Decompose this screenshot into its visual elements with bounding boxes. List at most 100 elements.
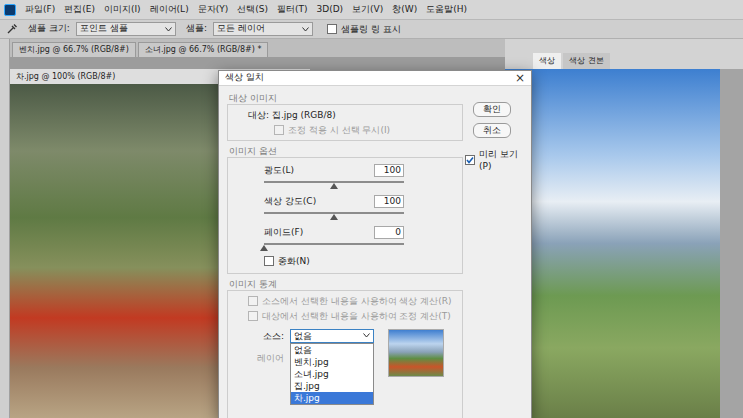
slider-row: 색상 강도(C) 100 bbox=[234, 193, 456, 221]
toolbar bbox=[0, 39, 10, 418]
source-option[interactable]: 없음 bbox=[291, 344, 373, 356]
slider-header: 색상 강도(C) 100 bbox=[264, 195, 404, 208]
source-option[interactable]: 소녀.jpg bbox=[291, 368, 373, 380]
checkbox bbox=[274, 125, 284, 135]
slider-track[interactable] bbox=[264, 181, 404, 183]
landscape-photo bbox=[505, 69, 720, 418]
close-button[interactable]: × bbox=[515, 72, 525, 84]
source-option[interactable]: 차.jpg bbox=[291, 392, 373, 404]
slider-header: 페이드(F) 0 bbox=[264, 226, 404, 239]
slider-track[interactable] bbox=[264, 243, 404, 245]
menu-item[interactable]: 필터(T) bbox=[277, 3, 308, 17]
checkbox-label: 대상에서 선택한 내용을 사용하여 조정 계산(T) bbox=[262, 310, 451, 322]
tab-label: 색상 견본 bbox=[569, 55, 604, 67]
checkbox-row[interactable]: 중화(N) bbox=[234, 255, 456, 269]
menu-item[interactable]: 레이어(L) bbox=[150, 3, 189, 17]
menu-item[interactable]: 문자(Y) bbox=[198, 3, 229, 17]
dialog-button[interactable]: 확인 bbox=[473, 102, 511, 117]
checkbox-row: 조정 적용 시 선택 무시(I) bbox=[234, 124, 456, 136]
checkbox[interactable] bbox=[327, 24, 337, 34]
sample-size-label: 샘플 크기: bbox=[28, 22, 70, 36]
source-thumbnail bbox=[388, 329, 444, 377]
dialog-body: 대상 이미지대상: 집.jpg (RGB/8)조정 적용 시 선택 무시(I)이… bbox=[219, 86, 531, 418]
chevron-down-icon bbox=[302, 27, 309, 32]
slider-row: 광도(L)100 bbox=[234, 162, 456, 190]
tab-row: 벤치.jpg @ 66.7% (RGB/8#) 소녀.jpg @ 66.7% (R… bbox=[10, 39, 505, 57]
checkbox-row[interactable]: 샘플링 링 표시 bbox=[327, 23, 401, 35]
group-box: 광도(L)100 색상 강도(C) 100 페이드(F) 0 중화(N) bbox=[227, 157, 463, 274]
slider-track[interactable] bbox=[264, 212, 404, 214]
menu-bar: 파일(F) 편집(E) 이미지(I) 레이어(L) 문자(Y) 선택(S) 필터(T) 3D(… bbox=[0, 0, 743, 20]
slider-header: 광도(L)100 bbox=[264, 164, 404, 177]
slider-thumb[interactable] bbox=[330, 214, 338, 220]
menu-item[interactable]: 보기(V) bbox=[352, 3, 383, 17]
slider-row: 페이드(F) 0 bbox=[234, 224, 456, 252]
group: 대상 이미지대상: 집.jpg (RGB/8)조정 적용 시 선택 무시(I) bbox=[227, 92, 463, 141]
checkbox-row: 대상에서 선택한 내용을 사용하여 조정 계산(T) bbox=[234, 310, 456, 322]
menu-item[interactable]: 창(W) bbox=[392, 3, 417, 17]
slider-value[interactable]: 100 bbox=[374, 164, 404, 177]
menu-item[interactable]: 도움말(H) bbox=[426, 3, 467, 17]
tab-label: 소녀.jpg @ 66.7% (RGB/8#) * bbox=[145, 44, 261, 56]
checkbox[interactable] bbox=[465, 155, 475, 165]
tab-label: 색상 bbox=[539, 55, 555, 67]
target-label: 대상: 집.jpg (RGB/8) bbox=[234, 109, 456, 121]
source-options-list: 없음벤치.jpg소녀.jpg집.jpg차.jpg bbox=[290, 343, 374, 405]
checkbox[interactable] bbox=[264, 256, 274, 266]
checkbox-label: 미리 보기(P) bbox=[479, 148, 523, 172]
source-labels: 소스: 레이어 bbox=[248, 329, 284, 364]
menu-item[interactable]: 편집(E) bbox=[64, 3, 95, 17]
options-bar: 샘플 크기:포인트 샘플샘플:모든 레이어샘플링 링 표시 bbox=[0, 20, 743, 39]
chevron-down-icon bbox=[165, 27, 172, 32]
group: 이미지 옵션광도(L)100 색상 강도(C) 100 페이드(F) 0 중화(N) bbox=[227, 145, 463, 274]
group-title: 이미지 옵션 bbox=[227, 145, 463, 157]
panel-tab[interactable]: 색상 견본 bbox=[563, 53, 610, 69]
tab-label: 벤치.jpg @ 66.7% (RGB/8#) bbox=[19, 44, 129, 56]
slider-thumb[interactable] bbox=[260, 245, 268, 251]
checkbox-row[interactable]: 미리 보기(P) bbox=[465, 144, 523, 172]
checkbox-label: 조정 적용 시 선택 무시(I) bbox=[288, 124, 390, 136]
panel-header: 색상 색상 견본 bbox=[505, 39, 743, 69]
slider-value[interactable]: 100 bbox=[374, 195, 404, 208]
select-value: 포인트 샘플 bbox=[80, 22, 128, 36]
group: 이미지 통계소스에서 선택한 내용을 사용하여 색상 계산(R) 대상에서 선택한… bbox=[227, 278, 463, 418]
group-title: 이미지 통계 bbox=[227, 278, 463, 290]
checkbox-row: 소스에서 선택한 내용을 사용하여 색상 계산(R) bbox=[234, 295, 456, 307]
source-select[interactable]: 없음 bbox=[290, 329, 374, 343]
slider-thumb[interactable] bbox=[330, 183, 338, 189]
source-option[interactable]: 벤치.jpg bbox=[291, 356, 373, 368]
photoshop-logo-icon bbox=[4, 4, 16, 16]
eyedropper-icon bbox=[6, 23, 18, 35]
panel-tab[interactable]: 색상 bbox=[533, 53, 561, 69]
checkbox bbox=[248, 311, 258, 321]
menu-item[interactable]: 이미지(I) bbox=[104, 3, 141, 17]
slider-label: 페이드(F) bbox=[264, 226, 303, 238]
tab-label: 차.jpg @ 100% (RGB/8#) bbox=[16, 71, 115, 83]
checkbox bbox=[248, 296, 258, 306]
menu-item[interactable]: 선택(S) bbox=[237, 3, 268, 17]
select-value: 없음 bbox=[294, 330, 312, 342]
document-tab[interactable]: 벤치.jpg @ 66.7% (RGB/8#) bbox=[12, 42, 136, 57]
source-row: 소스: 레이어 없음없음벤치.jpg소녀.jpg집.jpg차.jpg bbox=[234, 325, 456, 377]
source-dropdown: 없음없음벤치.jpg소녀.jpg집.jpg차.jpg bbox=[290, 329, 374, 343]
menu-item[interactable]: 3D(D) bbox=[316, 3, 343, 17]
dialog-button[interactable]: 취소 bbox=[473, 123, 511, 138]
slider-label: 색상 강도(C) bbox=[264, 195, 316, 207]
dialog-actions: 확인취소미리 보기(P) bbox=[473, 92, 523, 418]
group-box: 대상: 집.jpg (RGB/8) 조정 적용 시 선택 무시(I) bbox=[227, 104, 463, 141]
select-value: 모든 레이어 bbox=[217, 22, 265, 36]
group-box: 소스에서 선택한 내용을 사용하여 색상 계산(R) 대상에서 선택한 내용을 사… bbox=[227, 290, 463, 418]
layer-label: 레이어 bbox=[248, 352, 284, 364]
sample-select[interactable]: 모든 레이어 bbox=[213, 22, 313, 36]
slider-value[interactable]: 0 bbox=[374, 226, 404, 239]
chevron-down-icon bbox=[363, 333, 370, 338]
document-tab[interactable]: 소녀.jpg @ 66.7% (RGB/8#) * bbox=[138, 42, 268, 57]
dialog-settings: 대상 이미지대상: 집.jpg (RGB/8)조정 적용 시 선택 무시(I)이… bbox=[227, 92, 463, 418]
source-label: 소스: bbox=[248, 330, 284, 342]
menu-item[interactable]: 파일(F) bbox=[25, 3, 55, 17]
sample-size-select[interactable]: 포인트 샘플 bbox=[76, 22, 176, 36]
dialog-title-bar: 색상 일치× bbox=[219, 71, 531, 86]
source-option[interactable]: 집.jpg bbox=[291, 380, 373, 392]
checkbox-label: 소스에서 선택한 내용을 사용하여 색상 계산(R) bbox=[262, 295, 452, 307]
match-color-dialog: 색상 일치×대상 이미지대상: 집.jpg (RGB/8)조정 적용 시 선택 … bbox=[218, 70, 532, 418]
